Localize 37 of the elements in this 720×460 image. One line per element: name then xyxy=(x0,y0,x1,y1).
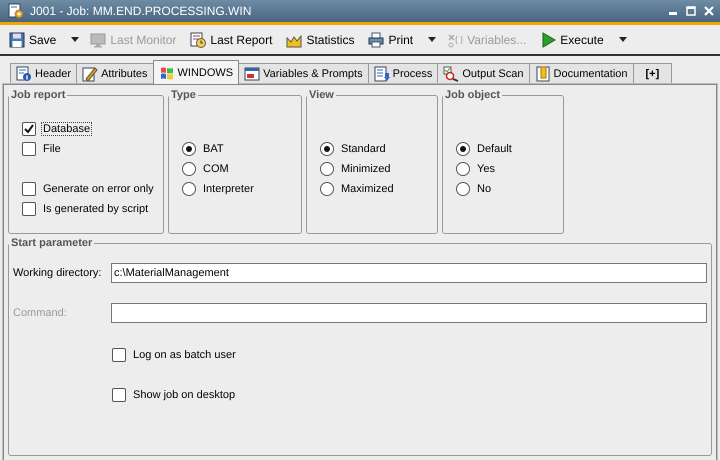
field-label: Command: xyxy=(13,307,68,319)
tab[interactable]: Documentation xyxy=(528,63,634,84)
radio-label: Yes xyxy=(476,162,496,176)
tab[interactable]: Header xyxy=(10,63,78,84)
group-title: Type xyxy=(170,89,197,101)
toolbar-button[interactable]: Last Report xyxy=(187,30,276,50)
input-field[interactable]: c:\MaterialManagement xyxy=(111,263,707,283)
tab[interactable]: WINDOWS xyxy=(152,60,240,84)
group-title: View xyxy=(308,89,335,101)
field-label: Working directory: xyxy=(13,267,102,279)
toolbar-button[interactable]: Execute xyxy=(537,30,607,50)
radio-label: Maximized xyxy=(340,182,395,196)
radio-label: Standard xyxy=(340,142,387,156)
group-title: Start parameter xyxy=(10,237,94,249)
tab[interactable]: Output Scan xyxy=(437,63,530,84)
radio-label: COM xyxy=(202,162,230,176)
toolbar-button[interactable]: Save xyxy=(6,30,60,50)
checkbox-label: Is generated by script xyxy=(42,202,150,216)
window-title: J001 - Job: MM.END.PROCESSING.WIN xyxy=(30,4,252,18)
tab[interactable]: Process xyxy=(368,63,438,84)
toolbar-button[interactable]: Print xyxy=(365,30,416,50)
checkbox-label: File xyxy=(42,142,62,156)
radio-label: Default xyxy=(476,142,513,156)
toolbar-button[interactable]: Statistics xyxy=(283,30,358,50)
tab[interactable]: Variables & Prompts xyxy=(238,63,369,84)
radio-label: Interpreter xyxy=(202,182,255,196)
group-title: Job report xyxy=(10,89,66,101)
tab[interactable]: Attributes xyxy=(76,63,154,84)
checkbox-label: Show job on desktop xyxy=(132,388,236,402)
checkbox-label: Log on as batch user xyxy=(132,348,237,362)
radio-label: Minimized xyxy=(340,162,392,176)
checkbox-label: Generate on error only xyxy=(42,182,155,196)
radio-label: BAT xyxy=(202,142,225,156)
checkbox-label: Database xyxy=(41,122,92,136)
group-title: Job object xyxy=(444,89,502,101)
tab[interactable]: [+] xyxy=(632,63,672,84)
radio-label: No xyxy=(476,182,492,196)
